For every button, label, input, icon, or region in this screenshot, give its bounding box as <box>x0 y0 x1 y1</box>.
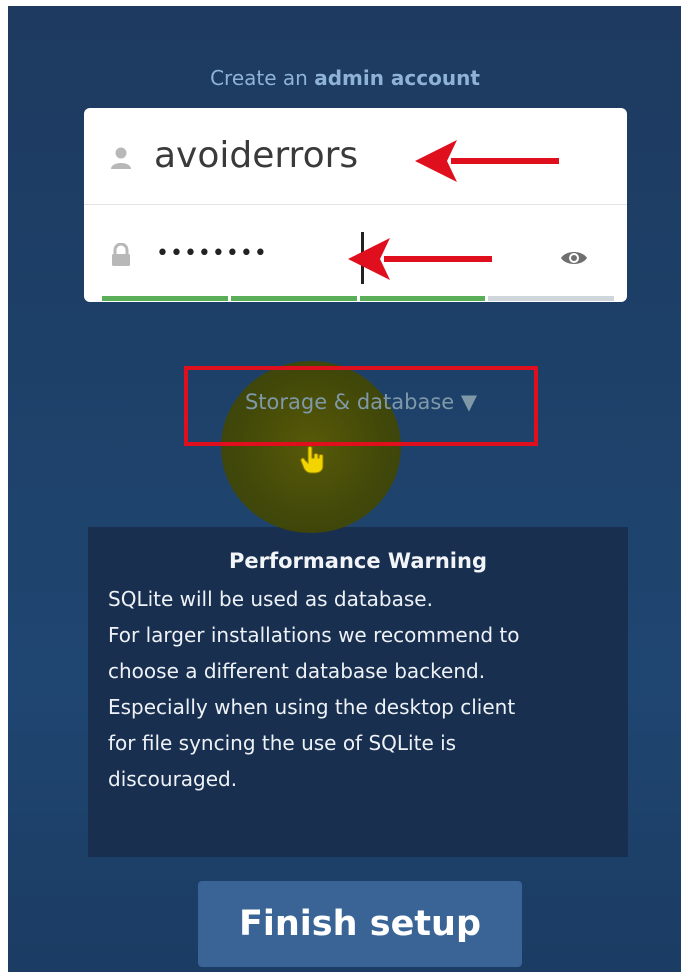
form-heading: Create an admin account <box>8 66 681 90</box>
lock-icon <box>112 243 130 266</box>
heading-prefix: Create an <box>210 66 308 90</box>
strength-segment <box>102 296 228 301</box>
eye-icon[interactable] <box>560 249 588 267</box>
user-icon <box>111 147 131 169</box>
strength-segment <box>488 296 614 301</box>
warning-line: Especially when using the desktop client <box>108 695 516 719</box>
warning-line: choose a different database backend. <box>108 659 486 683</box>
hand-cursor-icon <box>300 446 324 474</box>
finish-setup-button[interactable]: Finish setup <box>198 881 522 967</box>
password-strength-meter <box>102 296 614 301</box>
warning-line: SQLite will be used as database. <box>108 587 433 611</box>
strength-segment <box>359 296 486 301</box>
storage-database-toggle[interactable]: Storage & database ▼ <box>184 366 538 446</box>
arrow-annotation-username <box>415 140 559 182</box>
strength-segment <box>230 296 357 301</box>
warning-title: Performance Warning <box>229 549 487 573</box>
warning-line: for file syncing the use of SQLite is <box>108 731 457 755</box>
warning-line: discouraged. <box>108 767 238 791</box>
warning-line: For larger installations we recommend to <box>108 623 520 647</box>
storage-database-label: Storage & database ▼ <box>244 390 478 414</box>
username-value: avoiderrors <box>154 135 359 176</box>
heading-strong: admin account <box>314 66 480 90</box>
setup-page: Create an admin account avoiderrors ••••… <box>8 6 681 972</box>
password-value: •••••••• <box>156 241 268 266</box>
performance-warning: Performance Warning SQLite will be used … <box>88 527 628 857</box>
arrow-annotation-password <box>348 238 492 280</box>
